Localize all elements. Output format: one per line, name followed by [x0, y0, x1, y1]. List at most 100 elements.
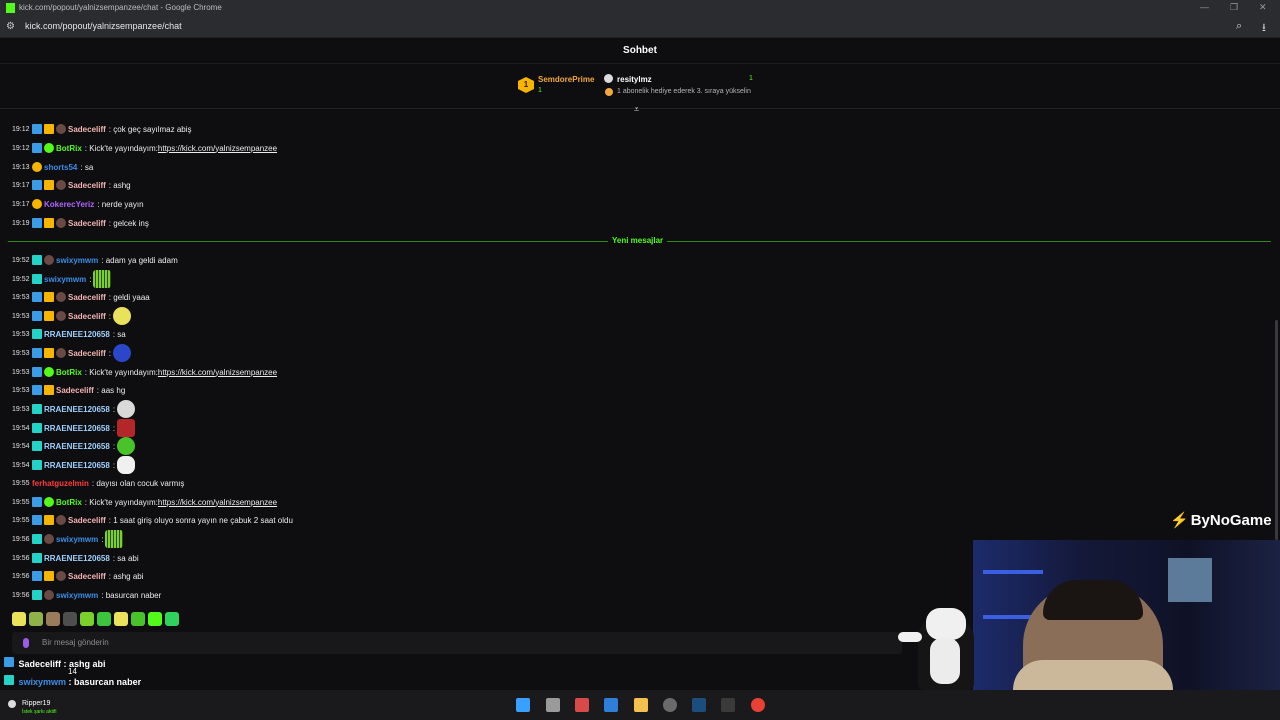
- emote-image[interactable]: [165, 612, 179, 626]
- username[interactable]: BotRix: [56, 144, 82, 153]
- message-text: : sa: [80, 162, 94, 172]
- moderator-badge-icon: [32, 497, 42, 507]
- message-text: : ashg: [108, 180, 131, 190]
- message-text: : geldi yaaa: [108, 292, 150, 302]
- message-text: : çok geç sayılmaz abiş: [108, 124, 192, 134]
- username[interactable]: KokerecYeriz: [44, 200, 94, 209]
- username[interactable]: swixymwm: [56, 256, 98, 265]
- username[interactable]: Sadeceliff: [68, 293, 106, 302]
- message-link[interactable]: https://kick.com/yalnizsempanzee: [158, 144, 277, 153]
- vip-crown-icon: [44, 180, 54, 190]
- microphone-icon[interactable]: [23, 638, 29, 648]
- site-info-icon[interactable]: ⚙: [6, 21, 17, 32]
- emote-image[interactable]: [29, 612, 43, 626]
- username[interactable]: shorts54: [44, 163, 77, 172]
- username[interactable]: swixymwm: [56, 535, 98, 544]
- message-text: : basurcan naber: [101, 590, 162, 600]
- emote-image[interactable]: [97, 612, 111, 626]
- subscriber-badge-icon: [32, 329, 42, 339]
- timestamp: 19:55: [12, 479, 30, 487]
- verified-bot-icon: [44, 143, 54, 153]
- app-icon[interactable]: [721, 698, 735, 712]
- timestamp: 19:54: [12, 424, 30, 432]
- username[interactable]: ferhatguzelmin: [32, 479, 89, 488]
- username[interactable]: Sadeceliff: [68, 516, 106, 525]
- chat-message-input[interactable]: Bir mesaj gönderin: [12, 632, 902, 654]
- emote-image[interactable]: [46, 612, 60, 626]
- chat-message-list[interactable]: 19:12 Sadeceliff : çok geç sayılmaz abiş…: [0, 120, 1280, 608]
- gift-icon: [605, 88, 613, 96]
- overlay-username: swixymwm: [18, 677, 67, 687]
- username[interactable]: RRAENEE120658: [44, 461, 110, 470]
- list-item: 19:52 swixymwm : adam ya geldi adam: [12, 252, 178, 268]
- emote-image[interactable]: [114, 612, 128, 626]
- photos-icon[interactable]: [604, 698, 618, 712]
- emote-image[interactable]: [80, 612, 94, 626]
- download-icon[interactable]: ⭳: [1262, 19, 1266, 38]
- emote-image[interactable]: [148, 612, 162, 626]
- username[interactable]: Sadeceliff: [68, 312, 106, 321]
- message-text: : Kick'te yayındayım:: [84, 143, 158, 153]
- emote-image[interactable]: [63, 612, 77, 626]
- username[interactable]: RRAENEE120658: [44, 405, 110, 414]
- emote-image[interactable]: [12, 612, 26, 626]
- emote-image: [105, 530, 124, 548]
- bolt-icon: ⚡: [1170, 512, 1189, 529]
- username[interactable]: swixymwm: [56, 591, 98, 600]
- subscriber-badge-icon: [32, 404, 42, 414]
- username[interactable]: Sadeceliff: [68, 181, 106, 190]
- moderator-badge-icon: [32, 348, 42, 358]
- timestamp: 19:56: [12, 591, 30, 599]
- chat-scrollbar[interactable]: [1275, 320, 1278, 540]
- gifter-badge-icon: [56, 292, 66, 302]
- leaderboard-first-name[interactable]: SemdorePrime: [538, 75, 594, 84]
- username[interactable]: Sadeceliff: [68, 572, 106, 581]
- list-item: 19:54 RRAENEE120658 :: [12, 456, 136, 474]
- message-text: : aas hg: [96, 385, 126, 395]
- list-item: 19:53 BotRix : Kick'te yayındayım: https…: [12, 364, 277, 380]
- timestamp: 19:53: [12, 312, 30, 320]
- message-text: :: [101, 534, 104, 544]
- username[interactable]: Sadeceliff: [68, 219, 106, 228]
- message-text: :: [89, 274, 92, 284]
- timestamp: 19:55: [12, 516, 30, 524]
- app-icon[interactable]: [663, 698, 677, 712]
- message-text: :: [112, 441, 116, 451]
- minimize-icon[interactable]: —: [1200, 2, 1209, 12]
- username[interactable]: RRAENEE120658: [44, 330, 110, 339]
- username[interactable]: Sadeceliff: [68, 125, 106, 134]
- subscriber-badge-icon: [32, 255, 42, 265]
- message-link[interactable]: https://kick.com/yalnizsempanzee: [158, 498, 277, 507]
- timestamp: 19:53: [12, 349, 30, 357]
- collapse-arrow-icon[interactable]: ⩡: [634, 104, 639, 115]
- zoom-icon[interactable]: ⌕: [1236, 20, 1242, 33]
- task-view-icon[interactable]: [546, 698, 560, 712]
- username[interactable]: swixymwm: [44, 275, 86, 284]
- list-item: 19:53 Sadeceliff :: [12, 344, 132, 362]
- username[interactable]: BotRix: [56, 368, 82, 377]
- steam-icon[interactable]: [692, 698, 706, 712]
- close-icon[interactable]: ✕: [1259, 2, 1267, 13]
- folder-icon[interactable]: [634, 698, 648, 712]
- windows-start-icon[interactable]: [516, 698, 530, 712]
- app-icon[interactable]: [575, 698, 589, 712]
- url-field[interactable]: kick.com/popout/yalnizsempanzee/chat: [25, 21, 182, 31]
- username[interactable]: Sadeceliff: [68, 349, 106, 358]
- subscriber-badge-icon: [32, 460, 42, 470]
- leaderboard-second-name[interactable]: resitylmz: [617, 75, 652, 84]
- moderator-badge-icon: [32, 367, 42, 377]
- username[interactable]: RRAENEE120658: [44, 442, 110, 451]
- moderator-badge-icon: [4, 657, 14, 667]
- maximize-icon[interactable]: ❐: [1230, 2, 1238, 13]
- emote-image[interactable]: [131, 612, 145, 626]
- username[interactable]: RRAENEE120658: [44, 424, 110, 433]
- timestamp: 19:54: [12, 461, 30, 469]
- username[interactable]: Sadeceliff: [56, 386, 94, 395]
- timestamp: 19:53: [12, 386, 30, 394]
- chrome-icon[interactable]: [751, 698, 765, 712]
- username[interactable]: RRAENEE120658: [44, 554, 110, 563]
- taskbar-username: Ripper19: [22, 700, 51, 707]
- vip-crown-icon: [44, 292, 54, 302]
- message-link[interactable]: https://kick.com/yalnizsempanzee: [158, 368, 277, 377]
- username[interactable]: BotRix: [56, 498, 82, 507]
